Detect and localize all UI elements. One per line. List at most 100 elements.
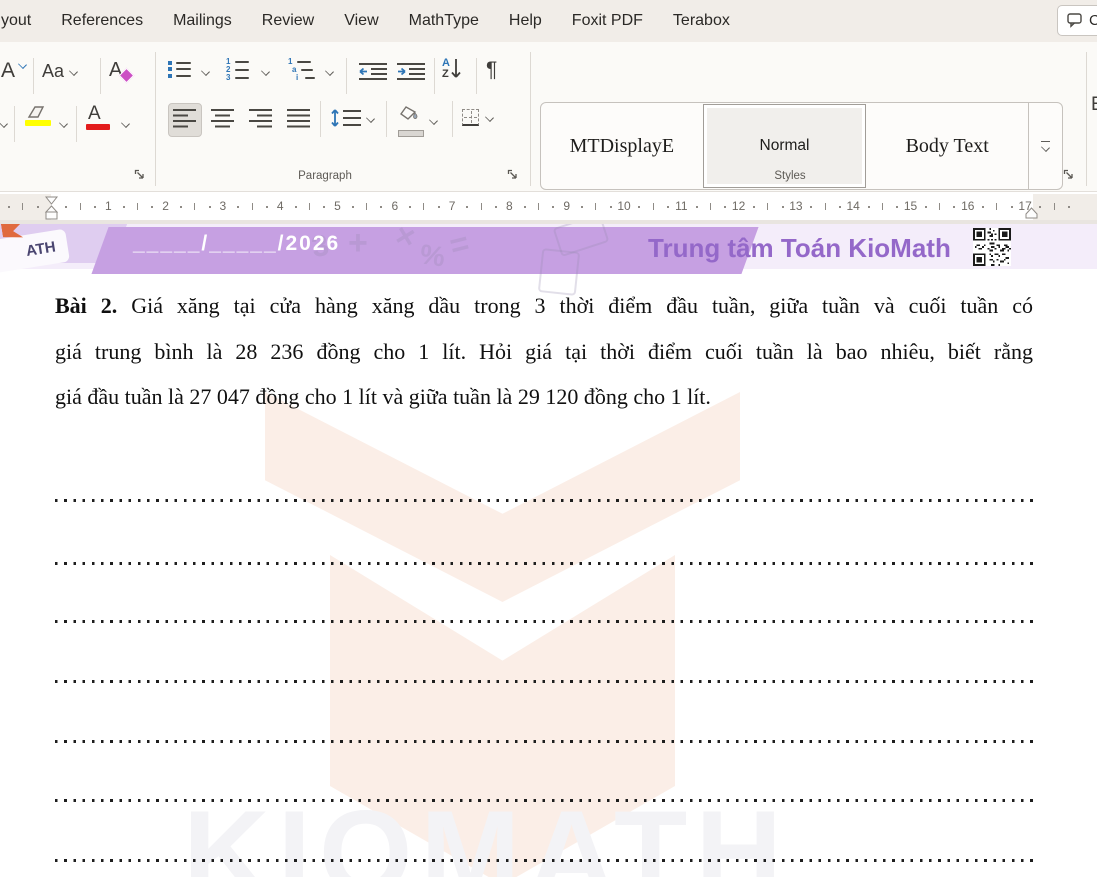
ruler-tick [438, 206, 440, 208]
line-spacing-button[interactable] [330, 107, 374, 129]
ruler-tick [366, 203, 367, 210]
header-date-fill-in: _____/_____/2026 [133, 232, 340, 256]
styles-dialog-launcher[interactable] [1062, 168, 1075, 181]
ruler-number: 10 [617, 199, 630, 213]
ruler-tick [953, 206, 955, 208]
ruler-tick [80, 203, 81, 210]
chevron-down-icon[interactable] [325, 67, 334, 76]
shrink-font-button[interactable]: A [1, 59, 15, 83]
ruler-tick [868, 206, 870, 208]
multilevel-digit: i [296, 75, 301, 80]
sort-z-label: Z [442, 69, 450, 80]
tab-review[interactable]: Review [261, 12, 315, 30]
ruler-number: 1 [105, 199, 112, 213]
show-formatting-marks-button[interactable]: ¶ [486, 58, 497, 82]
styles-more-button[interactable] [1028, 103, 1062, 189]
doodle-percent: % [418, 238, 447, 273]
tab-terabox[interactable]: Terabox [672, 12, 731, 30]
ruler-tick [380, 206, 382, 208]
gallery-more-icon [1041, 141, 1050, 143]
horizontal-ruler[interactable]: 1234567891011121314151617 [0, 194, 1097, 220]
font-dialog-launcher[interactable] [133, 168, 146, 181]
shading-button[interactable] [398, 104, 437, 137]
tab-help[interactable]: Help [508, 12, 543, 30]
style-body-text[interactable]: Body Text [866, 103, 1028, 189]
indent-marker-right[interactable] [1024, 206, 1039, 219]
paragraph-dialog-launcher[interactable] [506, 168, 519, 181]
answer-dotted-line[interactable] [55, 859, 1033, 862]
decrease-indent-icon [358, 62, 388, 80]
align-right-button[interactable] [248, 108, 273, 134]
numbering-button[interactable]: 1 2 3 [226, 59, 249, 80]
answer-dotted-line[interactable] [55, 499, 1033, 502]
style-mtdisplaye[interactable]: MTDisplayE [541, 103, 703, 189]
answer-dotted-line[interactable] [55, 799, 1033, 802]
styles-group-label: Styles [774, 170, 805, 182]
ruler-tick [653, 203, 654, 210]
ruler-tick [839, 206, 841, 208]
indent-markers-left[interactable] [44, 195, 59, 220]
ruler-tick [552, 206, 554, 208]
ruler-tick [295, 206, 297, 208]
chevron-down-icon[interactable] [201, 67, 210, 76]
increase-indent-icon [396, 62, 426, 80]
tab-mailings[interactable]: Mailings [172, 12, 233, 30]
ruler-tick [667, 206, 669, 208]
paragraph-group-label: Paragraph [298, 170, 352, 182]
ruler-tick [180, 206, 182, 208]
tab-view[interactable]: View [343, 12, 379, 30]
change-case-label: Aa [42, 61, 64, 82]
ruler-tick [896, 206, 898, 208]
ruler-number: 15 [904, 199, 917, 213]
change-case-button[interactable]: Aa [42, 61, 77, 82]
ruler-number: 13 [789, 199, 802, 213]
answer-dotted-line[interactable] [55, 562, 1033, 565]
chevron-down-icon[interactable] [0, 119, 8, 128]
answer-dotted-line[interactable] [55, 620, 1033, 623]
ruler-tick [352, 206, 354, 208]
ruler-tick [266, 206, 268, 208]
ruler-tick [1039, 206, 1041, 208]
font-color-label: A [88, 103, 101, 124]
decrease-indent-button[interactable] [358, 62, 388, 85]
align-center-button[interactable] [210, 108, 235, 134]
ruler-tick [939, 203, 940, 210]
ruler-number: 9 [563, 199, 570, 213]
problem-line-3: giá đầu tuần là 27 047 đồng cho 1 lít và… [55, 374, 1033, 420]
ruler-tick [982, 206, 984, 208]
multilevel-digit: a [292, 67, 297, 72]
multilevel-list-button[interactable]: 1 a i [288, 59, 315, 80]
borders-button[interactable] [462, 109, 493, 126]
ruler-tick [610, 206, 612, 208]
document-page[interactable]: KIOMATH ATH _____/_____/2026 3 + × % = T… [0, 224, 1097, 877]
ruler-number: 11 [675, 199, 687, 213]
ruler-tick [423, 203, 424, 210]
chevron-down-icon[interactable] [121, 119, 130, 128]
chevron-down-icon[interactable] [59, 119, 68, 128]
font-color-button[interactable]: A [88, 103, 101, 125]
comments-button[interactable]: C [1057, 5, 1097, 36]
align-left-icon [172, 108, 197, 129]
increase-indent-button[interactable] [396, 62, 426, 85]
tab-references[interactable]: References [60, 12, 144, 30]
editing-group-partial-label: E [1091, 94, 1097, 116]
borders-icon [462, 109, 479, 126]
ruler-tick [495, 206, 497, 208]
ruler-tick [123, 206, 125, 208]
align-left-button[interactable] [172, 108, 197, 134]
bullets-button[interactable] [168, 61, 191, 78]
tab-mathtype[interactable]: MathType [408, 12, 480, 30]
answer-dotted-line[interactable] [55, 680, 1033, 683]
ruler-tick [882, 203, 883, 210]
highlight-color-button[interactable] [24, 104, 50, 125]
chevron-down-icon[interactable] [261, 67, 270, 76]
chevron-down-icon [1041, 143, 1050, 152]
clear-formatting-button[interactable]: A [109, 59, 122, 82]
answer-dotted-line[interactable] [55, 740, 1033, 743]
justify-button[interactable] [286, 108, 311, 134]
ruler-number: 4 [277, 199, 284, 213]
tab-layout-partial[interactable]: yout [0, 12, 32, 30]
sort-button[interactable]: A Z [442, 57, 462, 81]
chevron-down-icon [366, 114, 375, 123]
tab-foxit-pdf[interactable]: Foxit PDF [571, 12, 644, 30]
